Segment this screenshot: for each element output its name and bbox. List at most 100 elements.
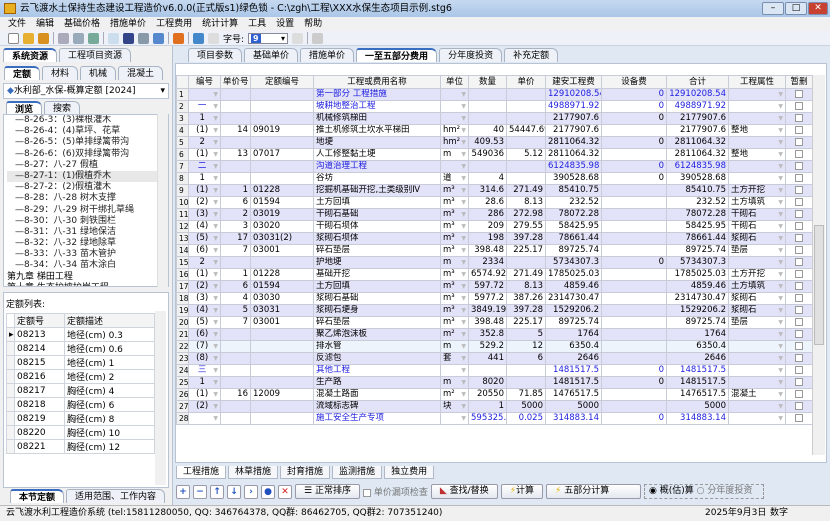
attribute-cell[interactable]: ▼ xyxy=(728,352,786,365)
construction-cost-cell[interactable]: 2646 xyxy=(545,352,602,365)
table-row[interactable]: 11 ▼ (3) 2 03019 干砌石基础 ▼ m³ 286 272.98 78072.28 780… xyxy=(176,208,813,221)
code-cell[interactable]: ▼ xyxy=(188,88,221,101)
tree-item[interactable]: —8-26-4：(4)草坪、花草 xyxy=(7,126,168,137)
construction-cost-cell[interactable]: 5734307.3 xyxy=(545,256,602,269)
delete-flag-cell[interactable] xyxy=(785,376,813,389)
code-cell[interactable]: ▼ (3) xyxy=(188,208,221,221)
unit-cell[interactable]: ▼ m xyxy=(440,376,469,389)
construction-cost-cell[interactable]: 58425.95 xyxy=(545,220,602,233)
menu-item[interactable]: 工程费用 xyxy=(156,19,192,29)
dropdown-arrow-icon[interactable]: ▼ xyxy=(213,378,218,388)
quantity-cell[interactable]: 198 xyxy=(468,232,507,245)
dropdown-arrow-icon[interactable]: ▼ xyxy=(778,306,783,316)
delete-flag-cell[interactable] xyxy=(785,268,813,281)
quantity-cell[interactable]: 398.48 xyxy=(468,316,507,329)
equipment-cost-cell[interactable]: 0 xyxy=(601,100,667,113)
price-no-cell[interactable]: 6 xyxy=(220,196,251,209)
quantity-cell[interactable]: 595325.4 xyxy=(468,412,507,425)
item-name-cell[interactable]: 反滤包 xyxy=(313,352,441,365)
delete-flag-checkbox[interactable] xyxy=(795,353,803,362)
tree-item[interactable]: —8-26-6：(6)双排绿篱带沟 xyxy=(7,149,168,160)
dinge-code-cell[interactable] xyxy=(250,100,314,113)
total-cell[interactable]: 2811064.32 xyxy=(666,136,729,149)
equipment-cost-cell[interactable]: 0 xyxy=(601,136,667,149)
delete-flag-cell[interactable] xyxy=(785,196,813,209)
unit-cell[interactable]: ▼ m³ xyxy=(440,232,469,245)
unit-price-cell[interactable]: 6 xyxy=(506,352,546,365)
dinge-bottom-tab[interactable]: 适用范围、工作内容 xyxy=(66,489,166,503)
unit-price-cell[interactable] xyxy=(506,364,546,377)
dropdown-arrow-icon[interactable]: ▼ xyxy=(461,150,466,160)
unit-price-cell[interactable]: 271.49 xyxy=(506,184,546,197)
dropdown-arrow-icon[interactable]: ▼ xyxy=(778,282,783,292)
table-row[interactable]: 20 ▼ (5) 7 03001 碎石垫层 ▼ m³ 398.48 225.17 89725.74 8… xyxy=(176,316,813,329)
dropdown-arrow-icon[interactable]: ▼ xyxy=(213,210,218,220)
dinge-code-cell[interactable]: 03031(2) xyxy=(250,232,314,245)
menu-item[interactable]: 文件 xyxy=(8,19,26,29)
delete-flag-checkbox[interactable] xyxy=(795,173,803,182)
table-row[interactable]: 6 ▼ (1) 13 07017 人工修整黏土埂 ▼ m 549036 5.12 2811064.3… xyxy=(176,148,813,161)
quantity-cell[interactable] xyxy=(468,88,507,101)
price-no-cell[interactable]: 7 xyxy=(220,244,251,257)
construction-cost-cell[interactable]: 78072.28 xyxy=(545,208,602,221)
delete-flag-checkbox[interactable] xyxy=(795,377,803,386)
remove-row-icon[interactable]: − xyxy=(193,484,207,499)
dropdown-arrow-icon[interactable]: ▼ xyxy=(461,174,466,184)
unit-price-cell[interactable]: 271.49 xyxy=(506,268,546,281)
dinge-code-cell[interactable] xyxy=(250,376,314,389)
equipment-cost-cell[interactable] xyxy=(601,244,667,257)
price-no-cell[interactable]: 2 xyxy=(220,208,251,221)
construction-cost-cell[interactable]: 89725.74 xyxy=(545,316,602,329)
dropdown-arrow-icon[interactable]: ▼ xyxy=(461,366,466,376)
unit-cell[interactable]: ▼ m² xyxy=(440,388,469,401)
tree-item[interactable]: —8-27：八-27 假植 xyxy=(7,160,168,171)
dropdown-arrow-icon[interactable]: ▼ xyxy=(461,414,466,424)
item-name-cell[interactable]: 排水管 xyxy=(313,340,441,353)
main-tab[interactable]: 措施单价 xyxy=(300,48,355,62)
unit-cell[interactable]: ▼ m³ xyxy=(440,268,469,281)
code-cell[interactable]: ▼ 一 xyxy=(188,100,221,113)
delete-flag-checkbox[interactable] xyxy=(795,185,803,194)
price-check-checkbox[interactable]: 单价漏项检查 xyxy=(362,485,428,498)
code-cell[interactable]: ▼ (4) xyxy=(188,220,221,233)
dropdown-arrow-icon[interactable]: ▼ xyxy=(461,114,466,124)
equipment-cost-cell[interactable] xyxy=(601,232,667,245)
price-no-cell[interactable]: 16 xyxy=(220,388,251,401)
price-no-cell[interactable] xyxy=(220,172,251,185)
total-cell[interactable]: 4988971.92 xyxy=(666,100,729,113)
quantity-cell[interactable]: 597.72 xyxy=(468,280,507,293)
dinge-code-cell[interactable] xyxy=(250,412,314,425)
dropdown-arrow-icon[interactable]: ▼ xyxy=(213,282,218,292)
radio-estimate[interactable]: ◉ 概(估)算 xyxy=(649,486,694,496)
dropdown-arrow-icon[interactable]: ▼ xyxy=(213,390,218,400)
dropdown-arrow-icon[interactable]: ▼ xyxy=(778,246,783,256)
tree-item[interactable]: —8-33：八-33 苗木管护 xyxy=(7,249,168,260)
item-name-cell[interactable]: 碎石垫层 xyxy=(313,316,441,329)
total-cell[interactable]: 1529206.2 xyxy=(666,304,729,317)
table-row[interactable]: 19 ▼ (4) 5 03031 浆砌石埂身 ▼ m³ 3849.19 397.28 1529206… xyxy=(176,304,813,317)
dinge-code-cell[interactable]: 12009 xyxy=(250,388,314,401)
unit-cell[interactable]: ▼ 块 xyxy=(440,400,469,413)
delete-flag-cell[interactable] xyxy=(785,244,813,257)
paste-icon[interactable] xyxy=(88,32,99,44)
table-row[interactable]: 10 ▼ (2) 6 01594 土方回填 ▼ m³ 28.6 8.13 232.52 232.52 ▼… xyxy=(176,196,813,209)
attribute-cell[interactable]: ▼ 浆砌石 xyxy=(728,292,786,305)
attribute-cell[interactable]: ▼ xyxy=(728,112,786,125)
unit-price-cell[interactable] xyxy=(506,376,546,389)
main-tab[interactable]: 基础单价 xyxy=(244,48,299,62)
dropdown-arrow-icon[interactable]: ▼ xyxy=(461,198,466,208)
equipment-cost-cell[interactable] xyxy=(601,400,667,413)
table-row[interactable]: 28 ▼ 施工安全生产专项 ▼ 595325.4 0.025 314883.14 0 31488… xyxy=(176,412,813,425)
move-down-icon[interactable]: ↓ xyxy=(227,484,241,499)
unit-cell[interactable]: ▼ 套 xyxy=(440,352,469,365)
dropdown-arrow-icon[interactable]: ▼ xyxy=(213,90,218,100)
equipment-cost-cell[interactable]: 0 xyxy=(601,172,667,185)
list-header[interactable]: 定额描述 xyxy=(64,313,155,328)
unit-price-cell[interactable]: 12 xyxy=(506,340,546,353)
delete-flag-cell[interactable] xyxy=(785,340,813,353)
dropdown-arrow-icon[interactable]: ▼ xyxy=(461,270,466,280)
delete-flag-checkbox[interactable] xyxy=(795,137,803,146)
browse-tab[interactable]: 搜索 xyxy=(44,101,81,115)
tree-item[interactable]: —8-26-3：(3)裸根灌木 xyxy=(7,115,168,126)
equipment-cost-cell[interactable] xyxy=(601,292,667,305)
